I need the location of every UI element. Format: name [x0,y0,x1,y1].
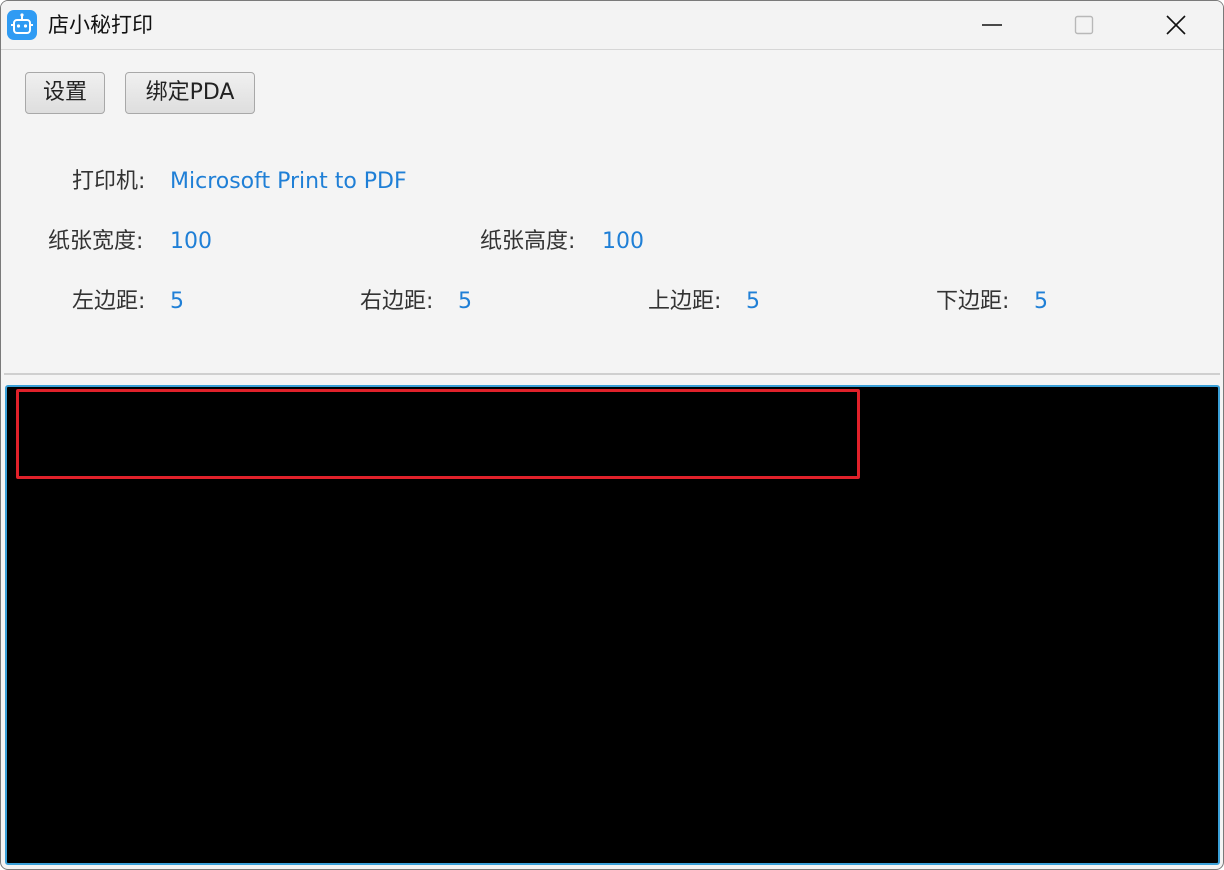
printer-value: Microsoft Print to PDF [170,169,407,194]
close-icon [1166,15,1186,35]
printer-label: 打印机: [72,169,146,194]
window-title: 店小秘打印 [48,13,153,37]
margin-right-label: 右边距: [360,289,434,314]
margin-bottom-value: 5 [1034,289,1048,314]
app-window: 店小秘打印 设置 绑定PDA 打印机: Microsoft Print to P… [0,0,1224,870]
margin-left-label: 左边距: [72,289,146,314]
print-preview-canvas[interactable] [5,385,1220,865]
bind-pda-button[interactable]: 绑定PDA [125,72,255,114]
robot-icon [7,10,37,40]
section-divider [4,373,1220,375]
settings-button[interactable]: 设置 [25,72,105,114]
minimize-button[interactable] [946,1,1038,49]
title-bar[interactable]: 店小秘打印 [1,1,1223,50]
paper-width-label: 纸张宽度: [48,229,144,254]
margin-top-value: 5 [746,289,760,314]
margin-top-label: 上边距: [648,289,722,314]
maximize-icon [1074,15,1094,35]
close-button[interactable] [1130,1,1222,49]
print-area-outline [16,389,860,479]
margin-left-value: 5 [170,289,184,314]
minimize-icon [982,24,1002,26]
maximize-button[interactable] [1038,1,1130,49]
paper-height-label: 纸张高度: [480,229,576,254]
paper-height-value: 100 [602,229,644,254]
paper-width-value: 100 [170,229,212,254]
margin-right-value: 5 [458,289,472,314]
margin-bottom-label: 下边距: [936,289,1010,314]
